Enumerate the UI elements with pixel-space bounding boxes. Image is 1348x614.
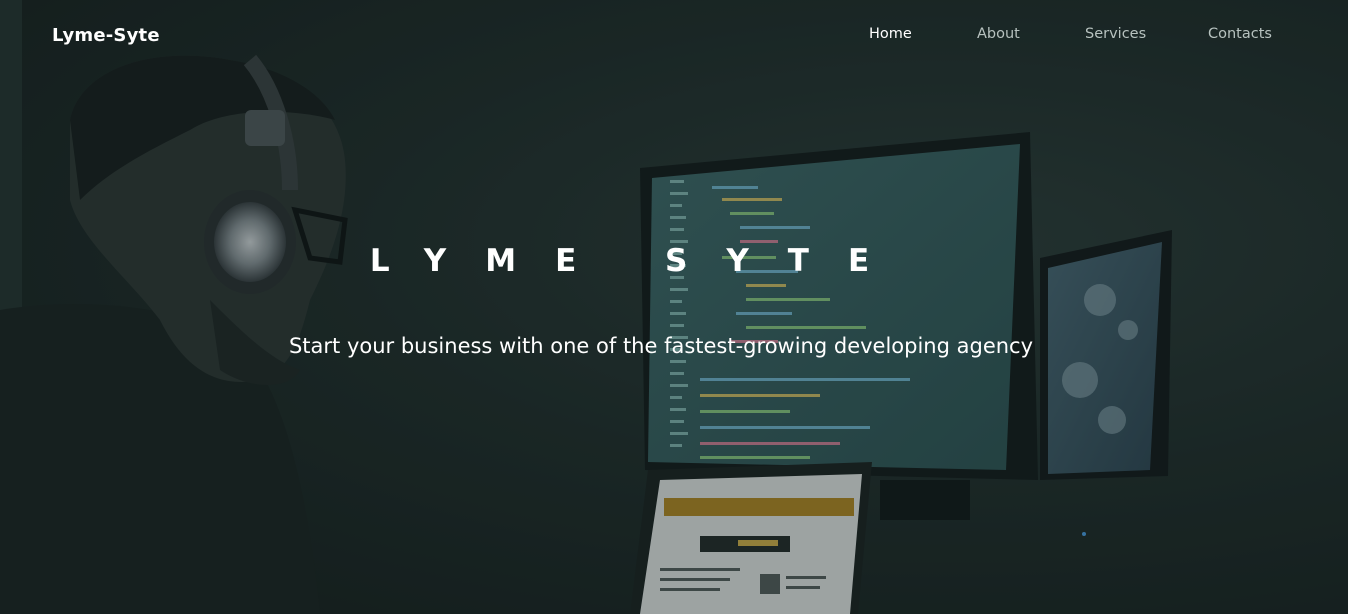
top-navbar: Lyme-Syte Home About Services Contacts	[0, 0, 1348, 70]
nav-about-link[interactable]: About	[977, 26, 1020, 42]
nav-services-link[interactable]: Services	[1085, 26, 1146, 42]
hero-subtitle: Start your business with one of the fast…	[288, 334, 1034, 358]
hero-section: Lyme-Syte Home About Services Contacts L…	[0, 0, 1348, 614]
nav-contacts-link[interactable]: Contacts	[1208, 26, 1272, 42]
main-nav: Home About Services Contacts	[0, 26, 1348, 46]
dark-overlay	[0, 0, 1348, 614]
hero-title: LYME SYTE	[369, 242, 909, 279]
nav-home-link[interactable]: Home	[869, 26, 912, 42]
